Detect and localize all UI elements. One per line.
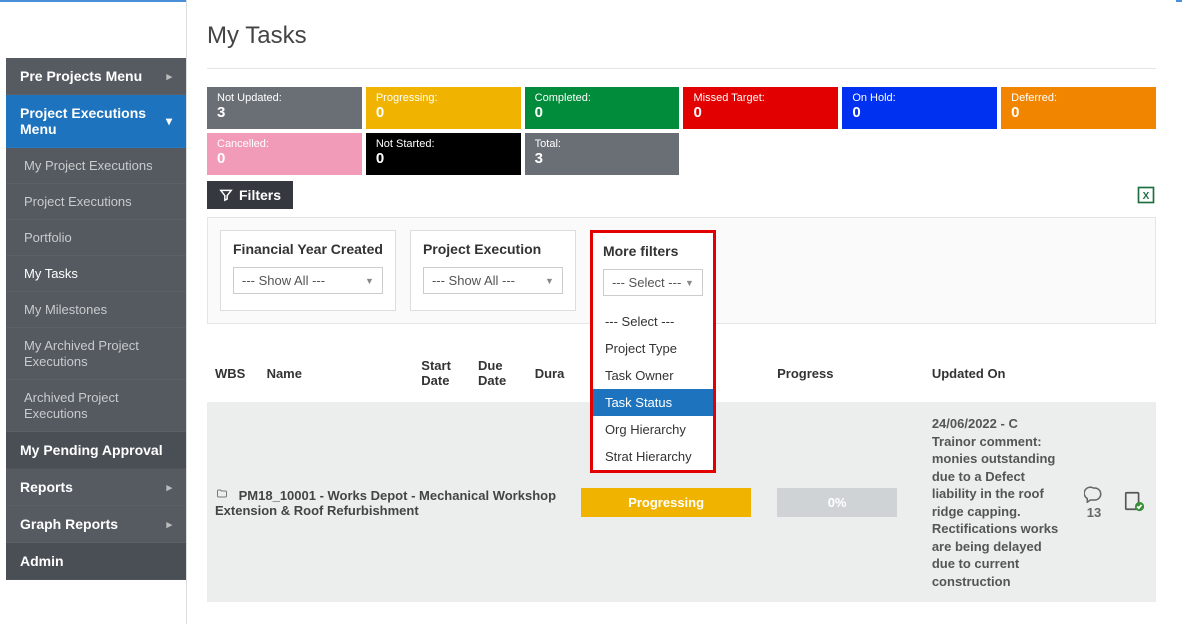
- tile-label: On Hold:: [852, 92, 987, 104]
- filter-fy-label: Financial Year Created: [233, 241, 383, 257]
- filter-pe-select[interactable]: --- Show All --- ▼: [423, 267, 563, 294]
- dropdown-option[interactable]: Strat Hierarchy: [593, 443, 713, 470]
- status-tile[interactable]: Deferred:0: [1001, 87, 1156, 129]
- chevron-down-icon: ▼: [365, 276, 374, 286]
- filter-fy-select[interactable]: --- Show All --- ▼: [233, 267, 383, 294]
- tile-value: 0: [217, 150, 352, 167]
- status-tile[interactable]: On Hold:0: [842, 87, 997, 129]
- folder-icon: [215, 488, 233, 503]
- sidebar-pre-projects[interactable]: Pre Projects Menu: [6, 58, 186, 95]
- status-tile[interactable]: Cancelled:0: [207, 133, 362, 175]
- edit-button[interactable]: [1123, 500, 1145, 515]
- col-start-date[interactable]: Start Date: [413, 344, 470, 403]
- main-content: My Tasks Not Updated:3Progressing:0Compl…: [186, 0, 1176, 624]
- sidebar-graph-reports[interactable]: Graph Reports: [6, 506, 186, 543]
- tile-value: 0: [376, 104, 511, 121]
- col-comments: [1073, 344, 1114, 403]
- sidebar-item-archived[interactable]: Archived Project Executions: [6, 380, 186, 432]
- sidebar-project-executions[interactable]: Project Executions Menu: [6, 95, 186, 148]
- filter-more-value: --- Select ---: [612, 275, 681, 290]
- tile-value: 0: [1011, 104, 1146, 121]
- excel-icon: X: [1136, 185, 1156, 205]
- tile-value: 0: [852, 104, 987, 121]
- sidebar-admin[interactable]: Admin: [6, 543, 186, 580]
- sidebar-graph-reports-label: Graph Reports: [20, 516, 118, 532]
- sidebar-item-my-milestones[interactable]: My Milestones: [6, 292, 186, 328]
- col-edit: [1115, 344, 1156, 403]
- task-name: PM18_10001 - Works Depot - Mechanical Wo…: [215, 488, 556, 518]
- filter-pe-label: Project Execution: [423, 241, 563, 257]
- sidebar-item-project-executions[interactable]: Project Executions: [6, 184, 186, 220]
- col-progress[interactable]: Progress: [769, 344, 924, 403]
- sidebar-reports-label: Reports: [20, 479, 73, 495]
- col-duration[interactable]: Dura: [527, 344, 573, 403]
- filter-fy-value: --- Show All ---: [242, 273, 325, 288]
- filter-more-dropdown: --- Select ---Project TypeTask OwnerTask…: [590, 308, 716, 473]
- status-tile[interactable]: Missed Target:0: [683, 87, 838, 129]
- status-tile[interactable]: Total:3: [525, 133, 680, 175]
- chevron-down-icon: ▼: [545, 276, 554, 286]
- status-tile[interactable]: Not Started:0: [366, 133, 521, 175]
- status-tiles: Not Updated:3Progressing:0Completed:0Mis…: [207, 87, 1156, 175]
- tile-value: 0: [376, 150, 511, 167]
- dropdown-option[interactable]: Task Status: [593, 389, 713, 416]
- dropdown-option[interactable]: --- Select ---: [593, 308, 713, 335]
- filters-row: Filters X: [207, 181, 1156, 209]
- col-wbs[interactable]: WBS: [207, 344, 259, 403]
- tile-label: Not Started:: [376, 138, 511, 150]
- page-title: My Tasks: [207, 22, 1156, 69]
- filter-icon: [219, 188, 233, 202]
- chevron-down-icon: ▼: [685, 278, 694, 288]
- filters-button-label: Filters: [239, 187, 281, 203]
- svg-text:X: X: [1143, 191, 1150, 202]
- col-name[interactable]: Name: [259, 344, 414, 403]
- sidebar-project-executions-label: Project Executions Menu: [20, 105, 160, 137]
- edit-check-icon: [1123, 490, 1145, 512]
- filters-button[interactable]: Filters: [207, 181, 293, 209]
- tile-label: Completed:: [535, 92, 670, 104]
- sidebar-item-my-project-executions[interactable]: My Project Executions: [6, 148, 186, 184]
- comment-count: 13: [1087, 505, 1101, 520]
- tile-label: Cancelled:: [217, 138, 352, 150]
- dropdown-option[interactable]: Task Owner: [593, 362, 713, 389]
- dropdown-option[interactable]: Project Type: [593, 335, 713, 362]
- progress-badge: 0%: [777, 488, 897, 517]
- export-excel-button[interactable]: X: [1136, 185, 1156, 205]
- filter-panel: Financial Year Created --- Show All --- …: [207, 217, 1156, 324]
- filter-more: More filters --- Select --- ▼ --- Select…: [590, 230, 716, 311]
- filter-pe-value: --- Show All ---: [432, 273, 515, 288]
- filter-project-execution: Project Execution --- Show All --- ▼: [410, 230, 576, 311]
- filter-financial-year: Financial Year Created --- Show All --- …: [220, 230, 396, 311]
- status-badge: Progressing: [581, 488, 751, 517]
- sidebar-item-my-tasks[interactable]: My Tasks: [6, 256, 186, 292]
- sidebar-item-portfolio[interactable]: Portfolio: [6, 220, 186, 256]
- comment-icon: [1084, 485, 1104, 503]
- status-tile[interactable]: Progressing:0: [366, 87, 521, 129]
- col-due-date[interactable]: Due Date: [470, 344, 527, 403]
- tile-value: 0: [693, 104, 828, 121]
- tile-value: 3: [535, 150, 670, 167]
- col-updated-on[interactable]: Updated On: [924, 344, 1074, 403]
- sidebar-reports[interactable]: Reports: [6, 469, 186, 506]
- sidebar-gap: [6, 14, 186, 58]
- updated-on-cell: 24/06/2022 - C Trainor comment: monies o…: [924, 403, 1074, 603]
- filter-more-label: More filters: [603, 243, 703, 259]
- tile-label: Deferred:: [1011, 92, 1146, 104]
- tile-label: Not Updated:: [217, 92, 352, 104]
- status-tile[interactable]: Not Updated:3: [207, 87, 362, 129]
- tile-label: Progressing:: [376, 92, 511, 104]
- filter-more-select[interactable]: --- Select --- ▼: [603, 269, 703, 296]
- sidebar-pre-projects-label: Pre Projects Menu: [20, 68, 142, 84]
- tile-value: 0: [535, 104, 670, 121]
- tile-label: Total:: [535, 138, 670, 150]
- tile-label: Missed Target:: [693, 92, 828, 104]
- sidebar-item-my-archived[interactable]: My Archived Project Executions: [6, 328, 186, 380]
- dropdown-option[interactable]: Org Hierarchy: [593, 416, 713, 443]
- tile-value: 3: [217, 104, 352, 121]
- sidebar-pending-approval[interactable]: My Pending Approval: [6, 432, 186, 469]
- comments-button[interactable]: 13: [1081, 485, 1106, 520]
- sidebar: Pre Projects Menu Project Executions Men…: [6, 14, 186, 580]
- status-tile[interactable]: Completed:0: [525, 87, 680, 129]
